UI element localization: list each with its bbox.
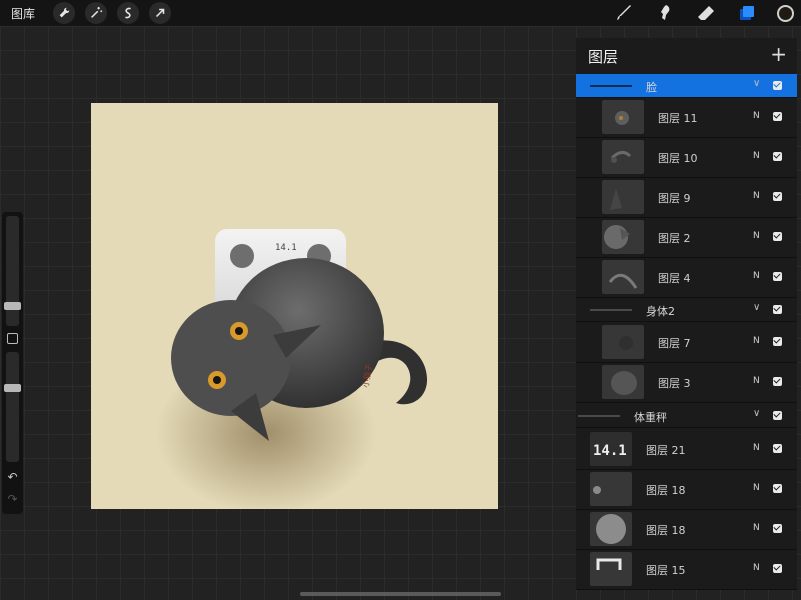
layer-name: 图层 10 bbox=[658, 152, 698, 165]
layers-panel-title: 图层 bbox=[588, 48, 619, 66]
visibility-checkbox[interactable] bbox=[773, 411, 782, 420]
wrench-icon[interactable] bbox=[53, 2, 76, 24]
layer-row[interactable]: 图层 18 N bbox=[576, 470, 797, 510]
gallery-button[interactable]: 图库 bbox=[11, 5, 35, 22]
svg-text:14.1: 14.1 bbox=[275, 243, 297, 253]
blend-mode[interactable]: N bbox=[753, 271, 760, 281]
visibility-checkbox[interactable] bbox=[773, 112, 782, 121]
layer-group-scale[interactable]: 体重秤 ∨ bbox=[576, 404, 797, 428]
brush-icon[interactable] bbox=[613, 2, 635, 24]
layer-name: 图层 18 bbox=[646, 484, 686, 497]
visibility-checkbox[interactable] bbox=[773, 377, 782, 386]
top-toolbar: 图库 bbox=[0, 0, 801, 26]
layer-row[interactable]: 图层 3 N bbox=[576, 363, 797, 403]
svg-text:14.1: 14.1 bbox=[593, 443, 627, 459]
layer-row[interactable]: 图层 11 N bbox=[576, 98, 797, 138]
layer-name: 图层 21 bbox=[646, 444, 686, 457]
layer-thumbnail bbox=[602, 140, 644, 174]
blend-mode[interactable]: N bbox=[753, 111, 760, 121]
layer-thumbnail bbox=[602, 100, 644, 134]
drawing-canvas[interactable]: 14.1 小猫子 bbox=[91, 103, 498, 509]
magic-wand-icon[interactable] bbox=[85, 2, 108, 24]
layer-row[interactable]: 图层 9 N bbox=[576, 178, 797, 218]
layer-row[interactable]: 图层 7 N bbox=[576, 323, 797, 363]
layer-thumbnail bbox=[602, 180, 644, 214]
eraser-icon[interactable] bbox=[695, 2, 717, 24]
layer-name: 图层 3 bbox=[658, 377, 691, 390]
layer-thumbnail bbox=[602, 365, 644, 399]
layer-row[interactable]: 14.1 图层 21 N bbox=[576, 430, 797, 470]
brush-size-handle[interactable] bbox=[4, 302, 21, 310]
modify-button[interactable] bbox=[7, 333, 18, 344]
layer-name: 图层 11 bbox=[658, 112, 698, 125]
layers-panel: 图层 + 脸 ∨ 图层 11 N 图层 10 N 图层 9 N 图层 2 N 图… bbox=[576, 38, 797, 590]
group-name: 身体2 bbox=[646, 305, 675, 318]
layer-group-face[interactable]: 脸 ∨ bbox=[576, 74, 797, 98]
layer-thumbnail bbox=[602, 325, 644, 359]
smudge-icon[interactable] bbox=[654, 2, 676, 24]
chevron-down-icon[interactable]: ∨ bbox=[753, 78, 760, 89]
visibility-checkbox[interactable] bbox=[773, 152, 782, 161]
selection-icon[interactable] bbox=[117, 2, 140, 24]
blend-mode[interactable]: N bbox=[753, 483, 760, 493]
blend-mode[interactable]: N bbox=[753, 151, 760, 161]
chevron-down-icon[interactable]: ∨ bbox=[753, 408, 760, 419]
visibility-checkbox[interactable] bbox=[773, 524, 782, 533]
transform-icon[interactable] bbox=[149, 2, 172, 24]
undo-icon[interactable]: ↶ bbox=[5, 470, 20, 484]
blend-mode[interactable]: N bbox=[753, 231, 760, 241]
visibility-checkbox[interactable] bbox=[773, 192, 782, 201]
layer-thumbnail bbox=[590, 552, 632, 586]
visibility-checkbox[interactable] bbox=[773, 564, 782, 573]
visibility-checkbox[interactable] bbox=[773, 272, 782, 281]
layers-panel-header: 图层 + bbox=[576, 38, 797, 74]
redo-icon[interactable]: ↷ bbox=[5, 492, 20, 506]
home-indicator[interactable] bbox=[300, 592, 501, 596]
layer-row[interactable]: 图层 18 N bbox=[576, 510, 797, 550]
layer-row[interactable]: 图层 15 N bbox=[576, 550, 797, 590]
layer-row[interactable]: 图层 10 N bbox=[576, 138, 797, 178]
layer-name: 图层 4 bbox=[658, 272, 691, 285]
layer-thumbnail bbox=[602, 220, 644, 254]
visibility-checkbox[interactable] bbox=[773, 484, 782, 493]
visibility-checkbox[interactable] bbox=[773, 232, 782, 241]
layer-thumbnail bbox=[602, 260, 644, 294]
layer-row[interactable]: 图层 4 N bbox=[576, 258, 797, 298]
blend-mode[interactable]: N bbox=[753, 376, 760, 386]
visibility-checkbox[interactable] bbox=[773, 444, 782, 453]
layer-row[interactable]: 图层 2 N bbox=[576, 218, 797, 258]
layer-name: 图层 7 bbox=[658, 337, 691, 350]
blend-mode[interactable]: N bbox=[753, 191, 760, 201]
color-picker-button[interactable] bbox=[777, 4, 794, 22]
layer-thumbnail bbox=[590, 512, 632, 546]
layers-icon[interactable] bbox=[736, 2, 758, 24]
blend-mode[interactable]: N bbox=[753, 523, 760, 533]
blend-mode[interactable]: N bbox=[753, 563, 760, 573]
layer-thumbnail bbox=[590, 472, 632, 506]
group-name: 脸 bbox=[646, 81, 657, 94]
artwork: 14.1 小猫子 bbox=[156, 229, 428, 509]
layer-name: 图层 15 bbox=[646, 564, 686, 577]
group-name: 体重秤 bbox=[634, 411, 667, 424]
opacity-slider[interactable] bbox=[4, 352, 21, 462]
brush-sidebar: ↶ ↷ bbox=[2, 212, 23, 514]
add-layer-button[interactable]: + bbox=[770, 42, 787, 66]
layer-name: 图层 9 bbox=[658, 192, 691, 205]
visibility-checkbox[interactable] bbox=[773, 337, 782, 346]
layer-name: 图层 2 bbox=[658, 232, 691, 245]
layer-name: 图层 18 bbox=[646, 524, 686, 537]
layer-thumbnail: 14.1 bbox=[590, 432, 632, 466]
blend-mode[interactable]: N bbox=[753, 443, 760, 453]
blend-mode[interactable]: N bbox=[753, 336, 760, 346]
chevron-down-icon[interactable]: ∨ bbox=[753, 302, 760, 313]
visibility-checkbox[interactable] bbox=[773, 305, 782, 314]
brush-size-slider[interactable] bbox=[4, 216, 21, 326]
opacity-handle[interactable] bbox=[4, 384, 21, 392]
visibility-checkbox[interactable] bbox=[773, 81, 782, 90]
layer-group-body[interactable]: 身体2 ∨ bbox=[576, 298, 797, 322]
